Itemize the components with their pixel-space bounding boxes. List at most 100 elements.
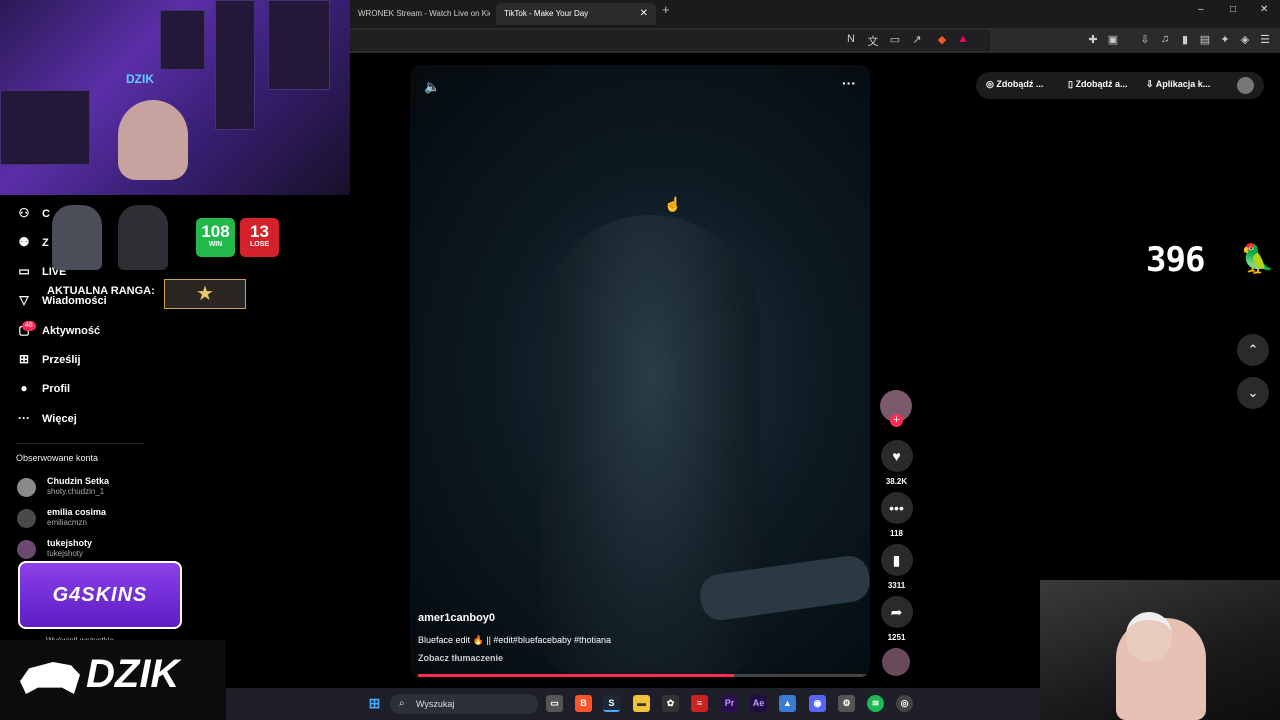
g4skins-banner: G4SKINS [18, 561, 182, 629]
brave-rewards-icon[interactable]: ▲ [956, 33, 970, 45]
boar-icon [20, 662, 80, 694]
lose-label: LOSE [249, 241, 270, 248]
chevron-up-icon: ⌃ [1247, 342, 1259, 357]
obs-icon[interactable]: ◎ [896, 695, 913, 712]
chatgpt-icon[interactable]: ✿ [662, 695, 679, 712]
save-count: 3311 [887, 581, 906, 590]
share-arrow-icon: ➦ [880, 596, 913, 628]
tab-tiktok[interactable]: TikTok - Make Your Day ✕ [496, 3, 656, 25]
comment-icon: ••• [880, 492, 913, 524]
tab-kick[interactable]: WRONEK Stream - Watch Live on Kick [350, 3, 490, 25]
avatar [17, 478, 36, 497]
share-count: 1251 [887, 633, 906, 642]
spotify-icon[interactable]: ≋ [867, 695, 884, 712]
wallet-icon[interactable]: ▤ [1198, 33, 1212, 46]
account-name: emilia cosima [47, 507, 107, 517]
sidebar-icon[interactable]: ▮ [1178, 33, 1192, 46]
reader-icon[interactable]: N [844, 33, 858, 45]
video-caption: Blueface edit 🔥 || #edit#bluefacebaby #t… [418, 635, 612, 645]
file-explorer-icon[interactable]: ▬ [633, 695, 650, 712]
download-icon[interactable]: ⇩ [1138, 33, 1152, 46]
brave-shield-icon[interactable]: ◆ [935, 33, 949, 46]
new-tab-button[interactable]: + [662, 2, 670, 17]
vpn-icon[interactable]: ◈ [1238, 33, 1252, 46]
ellipsis-icon: ··· [18, 411, 30, 425]
person-check-icon: ⚇ [18, 206, 30, 220]
discord-icon[interactable]: ◉ [809, 695, 826, 712]
music-icon[interactable]: ♫ [1158, 33, 1172, 45]
heart-icon: ♥ [880, 440, 913, 472]
avatar [17, 540, 36, 559]
share-icon[interactable]: ↗ [910, 33, 924, 46]
taskbar-search[interactable]: ⌕ Wyszukaj [390, 694, 538, 714]
account-handle: emiliacmzn [47, 518, 88, 527]
video-player[interactable]: 🔈 ··· amer1canboy0 Blueface edit 🔥 || #e… [410, 65, 870, 677]
overlay-person-left [52, 205, 102, 270]
chevron-down-icon: ⌄ [1247, 385, 1259, 400]
mouse-cursor-icon: ☝ [664, 196, 682, 212]
pill-label: Zdobądź ... [996, 79, 1044, 89]
app-icon[interactable]: ≡ [691, 695, 708, 712]
share-button[interactable]: ➦ 1251 [880, 596, 913, 642]
settings-icon[interactable]: ⚙ [838, 695, 855, 712]
like-count: 38.2K [885, 477, 908, 486]
bookmark-icon: ▮ [880, 544, 913, 576]
more-options-icon[interactable]: ··· [842, 75, 856, 91]
win-counter: 108 WIN [196, 218, 235, 257]
rank-label: AKTUALNA RANGA: [47, 285, 155, 297]
sidebar-item-profile[interactable]: ● Profil [16, 378, 70, 398]
search-placeholder: Wyszukaj [416, 699, 455, 709]
profile-avatar[interactable] [1237, 77, 1254, 94]
cast-icon[interactable]: ▭ [888, 33, 902, 46]
menu-icon[interactable]: ☰ [1258, 33, 1272, 46]
previous-video-button[interactable]: ⌃ [1237, 334, 1269, 366]
after-effects-icon[interactable]: Ae [750, 695, 767, 712]
minimize-button[interactable]: – [1198, 4, 1204, 15]
see-translation-link[interactable]: Zobacz tłumaczenie [418, 653, 503, 663]
follow-plus-icon[interactable]: + [890, 414, 903, 427]
close-window-button[interactable]: ✕ [1260, 4, 1268, 15]
windows-taskbar: ⊞ ⌕ Wyszukaj ▭ B S ▬ ✿ ≡ Pr Ae ▲ ◉ ⚙ ≋ ◎ [226, 688, 1040, 720]
tab-label: TikTok - Make Your Day [504, 9, 589, 18]
steam-icon[interactable]: S [603, 695, 620, 712]
neon-sign: DZIK [126, 72, 154, 86]
sidebar-item-upload[interactable]: ⊞ Prześlij [16, 349, 81, 369]
extensions-icon[interactable]: ✚ [1086, 33, 1100, 46]
search-icon: ⌕ [399, 698, 405, 709]
video-progress[interactable] [418, 674, 870, 677]
premiere-icon[interactable]: Pr [721, 695, 738, 712]
next-video-button[interactable]: ⌄ [1237, 377, 1269, 409]
dzik-logo: DZIK [86, 652, 180, 696]
get-app-button[interactable]: ▯ Zdobądź a... [1068, 79, 1127, 90]
windows-start-icon[interactable]: ⊞ [366, 695, 383, 712]
close-tab-icon[interactable]: ✕ [640, 3, 648, 25]
photos-icon[interactable]: ▲ [779, 695, 796, 712]
task-view-icon[interactable]: ▭ [546, 695, 563, 712]
sidebar-item-more[interactable]: ··· Więcej [16, 408, 77, 428]
translate-icon[interactable]: 文 [866, 33, 880, 49]
overlay-person-right [118, 205, 168, 270]
like-button[interactable]: ♥ 38.2K [880, 440, 913, 486]
screenshot-icon[interactable]: ▣ [1106, 33, 1120, 46]
brave-icon[interactable]: B [575, 695, 592, 712]
notification-badge: 46 [22, 321, 36, 331]
avatar-icon: ● [20, 381, 28, 395]
music-disc-icon[interactable] [882, 648, 910, 676]
sidebar-item-following[interactable]: ⚇ C [16, 203, 50, 223]
divider [16, 443, 144, 444]
volume-icon[interactable]: 🔈 [424, 79, 440, 95]
account-handle: tukejshoty [47, 549, 84, 558]
browser-tabbar: WRONEK Stream - Watch Live on Kick TikTo… [350, 0, 1280, 28]
leo-icon[interactable]: ✦ [1218, 33, 1232, 46]
video-author[interactable]: amer1canboy0 [418, 612, 495, 624]
comment-button[interactable]: ••• 118 [880, 492, 913, 538]
maximize-button[interactable]: □ [1230, 4, 1236, 15]
sidebar-item-friends[interactable]: ⚉ Z [16, 232, 49, 252]
get-coins-button[interactable]: ◎ Zdobądź ... [986, 79, 1043, 90]
account-name: Chudzin Setka [47, 476, 110, 486]
save-button[interactable]: ▮ 3311 [880, 544, 913, 590]
g4skins-logo: G4SKINS [52, 584, 148, 606]
desktop-app-button[interactable]: ⇩ Aplikacja k... [1146, 79, 1210, 90]
send-icon: ▽ [19, 293, 29, 307]
progress-fill [418, 674, 735, 677]
